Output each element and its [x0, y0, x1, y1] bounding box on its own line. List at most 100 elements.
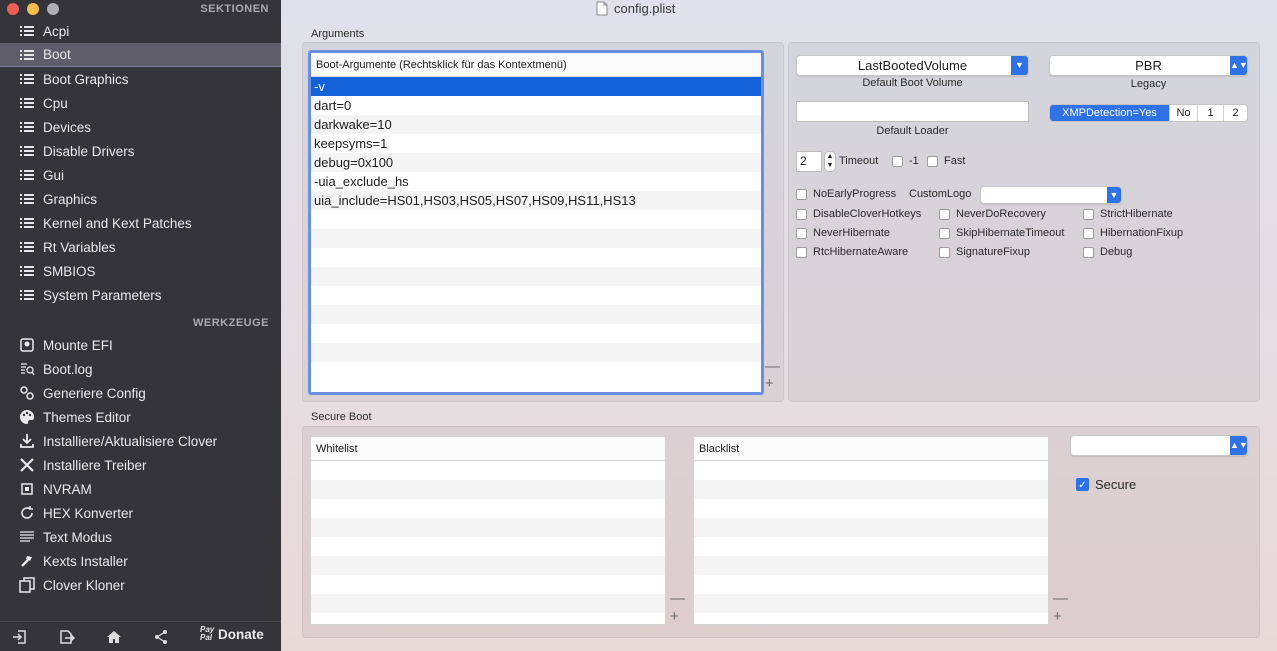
remove-blacklist-button[interactable]: — — [1053, 591, 1068, 606]
sidebar-item-generiere-config[interactable]: Generiere Config — [0, 381, 281, 405]
zoom-window-button[interactable] — [47, 3, 59, 15]
sidebar-item-gui[interactable]: Gui — [0, 163, 281, 187]
sidebar-item-acpi[interactable]: Acpi — [0, 19, 281, 43]
xmp-1-segment[interactable]: 1 — [1197, 105, 1223, 121]
xmp-2-segment[interactable]: 2 — [1223, 105, 1247, 121]
remove-whitelist-button[interactable]: — — [670, 591, 685, 606]
debug-checkbox[interactable]: Debug — [1083, 246, 1132, 258]
disablecloverhotkeys-checkbox[interactable]: DisableCloverHotkeys — [796, 208, 921, 220]
list-row[interactable] — [311, 499, 665, 518]
sidebar-item-clover-kloner[interactable]: Clover Kloner — [0, 573, 281, 597]
sidebar-item-installiere-aktualisiere-clover[interactable]: Installiere/Aktualisiere Clover — [0, 429, 281, 453]
sidebar-item-boot-graphics[interactable]: Boot Graphics — [0, 67, 281, 91]
list-row[interactable] — [694, 575, 1048, 594]
boot-args-table[interactable]: Boot-Argumente (Rechtsklick für das Kont… — [308, 50, 764, 395]
boot-arg-row[interactable]: uia_include=HS01,HS03,HS05,HS07,HS09,HS1… — [311, 191, 761, 210]
sidebar-item-boot-log[interactable]: Boot.log — [0, 357, 281, 381]
list-row[interactable] — [311, 556, 665, 575]
stricthibernate-checkbox[interactable]: StrictHibernate — [1083, 208, 1173, 220]
boot-arg-row[interactable]: keepsyms=1 — [311, 134, 761, 153]
boot-arg-row[interactable] — [311, 248, 761, 267]
donate-button[interactable]: Pay Pal Donate — [200, 626, 264, 642]
boot-arg-row[interactable] — [311, 229, 761, 248]
sidebar-item-rt-variables[interactable]: Rt Variables — [0, 235, 281, 259]
list-row[interactable] — [694, 480, 1048, 499]
list-row[interactable] — [694, 556, 1048, 575]
list-row[interactable] — [311, 461, 665, 480]
sidebar-item-system-parameters[interactable]: System Parameters — [0, 283, 281, 307]
sidebar-item-mounte-efi[interactable]: Mounte EFI — [0, 333, 281, 357]
list-row[interactable] — [694, 518, 1048, 537]
secure-checkbox[interactable]: ✓ Secure — [1076, 477, 1136, 492]
list-row[interactable] — [694, 613, 1048, 624]
neverhibernate-checkbox[interactable]: NeverHibernate — [796, 227, 890, 239]
timeout-field[interactable]: 2 — [796, 151, 822, 172]
sidebar-item-disable-drivers[interactable]: Disable Drivers — [0, 139, 281, 163]
no-early-progress-checkbox[interactable]: NoEarlyProgress — [796, 188, 896, 200]
sidebar-item-kexts-installer[interactable]: Kexts Installer — [0, 549, 281, 573]
rtchibernateaware-checkbox[interactable]: RtcHibernateAware — [796, 246, 908, 258]
share-icon[interactable] — [151, 628, 171, 646]
list-row[interactable] — [311, 537, 665, 556]
list-row[interactable] — [311, 594, 665, 613]
close-window-button[interactable] — [7, 3, 19, 15]
boot-arg-row[interactable] — [311, 324, 761, 343]
xmp-yes-segment[interactable]: XMPDetection=Yes — [1050, 105, 1169, 121]
sidebar-item-devices[interactable]: Devices — [0, 115, 281, 139]
export-icon[interactable] — [57, 628, 77, 646]
legacy-popup[interactable]: PBR ▲▼ — [1049, 55, 1248, 76]
timeout-stepper[interactable]: ▲ ▼ — [824, 151, 836, 172]
xmp-detection-segmented[interactable]: XMPDetection=Yes No 1 2 — [1049, 104, 1248, 122]
list-row[interactable] — [311, 613, 665, 624]
custom-logo-popup[interactable]: ▼ — [980, 186, 1122, 204]
sidebar-item-cpu[interactable]: Cpu — [0, 91, 281, 115]
sidebar-item-text-modus[interactable]: Text Modus — [0, 525, 281, 549]
boot-arg-row[interactable] — [311, 267, 761, 286]
remove-arg-button[interactable]: — — [765, 359, 780, 374]
boot-arg-row[interactable] — [311, 305, 761, 324]
sidebar-item-smbios[interactable]: SMBIOS — [0, 259, 281, 283]
list-row[interactable] — [311, 480, 665, 499]
boot-arg-row[interactable]: dart=0 — [311, 96, 761, 115]
boot-arg-row[interactable]: debug=0x100 — [311, 153, 761, 172]
home-icon[interactable] — [104, 628, 124, 646]
boot-arg-row[interactable] — [311, 343, 761, 362]
blacklist-table[interactable]: Blacklist — [693, 436, 1049, 625]
sidebar-item-nvram[interactable]: NVRAM — [0, 477, 281, 501]
boot-arg-row[interactable]: -v — [311, 77, 761, 96]
list-row[interactable] — [694, 594, 1048, 613]
import-icon[interactable] — [10, 628, 30, 646]
minus-one-checkbox[interactable]: -1 — [892, 155, 919, 167]
skiphibernatetimeout-checkbox[interactable]: SkipHibernateTimeout — [939, 227, 1064, 239]
list-row[interactable] — [694, 461, 1048, 480]
sidebar-item-kernel-and-kext-patches[interactable]: Kernel and Kext Patches — [0, 211, 281, 235]
list-row[interactable] — [694, 537, 1048, 556]
boot-arg-row[interactable] — [311, 210, 761, 229]
list-row[interactable] — [311, 518, 665, 537]
boot-arg-row[interactable]: darkwake=10 — [311, 115, 761, 134]
whitelist-table[interactable]: Whitelist — [310, 436, 666, 625]
fast-checkbox[interactable]: Fast — [927, 155, 965, 167]
boot-arg-row[interactable] — [311, 362, 761, 381]
boot-arg-row[interactable]: -uia_exclude_hs — [311, 172, 761, 191]
add-whitelist-button[interactable]: + — [670, 609, 679, 624]
sidebar-item-graphics[interactable]: Graphics — [0, 187, 281, 211]
sidebar-item-label: Cpu — [43, 95, 68, 111]
sidebar-item-themes-editor[interactable]: Themes Editor — [0, 405, 281, 429]
boot-arg-row[interactable] — [311, 286, 761, 305]
xmp-no-segment[interactable]: No — [1169, 105, 1197, 121]
default-boot-volume-popup[interactable]: LastBootedVolume ▼ — [796, 55, 1029, 76]
signaturefixup-checkbox[interactable]: SignatureFixup — [939, 246, 1030, 258]
hibernationfixup-checkbox[interactable]: HibernationFixup — [1083, 227, 1183, 239]
minimize-window-button[interactable] — [27, 3, 39, 15]
list-row[interactable] — [694, 499, 1048, 518]
default-loader-field[interactable] — [796, 101, 1029, 122]
sidebar-item-installiere-treiber[interactable]: Installiere Treiber — [0, 453, 281, 477]
list-row[interactable] — [311, 575, 665, 594]
sidebar-item-hex-konverter[interactable]: HEX Konverter — [0, 501, 281, 525]
neverdorecovery-checkbox[interactable]: NeverDoRecovery — [939, 208, 1046, 220]
add-arg-button[interactable]: + — [765, 376, 774, 391]
sidebar-item-boot[interactable]: Boot — [0, 43, 281, 67]
secure-boot-policy-popup[interactable]: ▲▼ — [1070, 435, 1248, 456]
add-blacklist-button[interactable]: + — [1053, 609, 1062, 624]
